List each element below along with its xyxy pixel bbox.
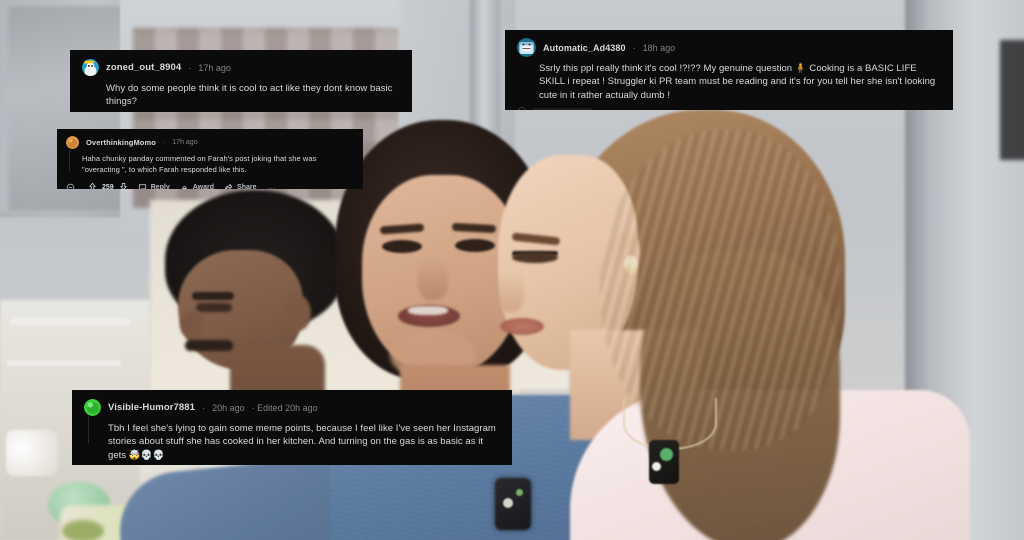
woman-center-eye-right: [455, 239, 495, 252]
collapse-icon[interactable]: [517, 106, 527, 110]
thread-line: [88, 416, 89, 443]
vote-score: 259: [102, 183, 114, 189]
separator-dot: ·: [632, 42, 636, 53]
comment-timestamp: 17h ago: [172, 139, 198, 146]
paper-roll: [6, 430, 58, 476]
microphone-led: [516, 489, 523, 496]
comment-body: Haha chunky panday commented on Farah's …: [82, 154, 317, 174]
avatar[interactable]: [84, 399, 101, 416]
pendant-white-dot: [652, 462, 661, 471]
clip-on-microphone: [495, 478, 531, 530]
comment-timestamp: 20h ago: [212, 402, 245, 413]
comment-actions: 259 Reply Award Share …: [66, 182, 354, 189]
man-ear: [285, 295, 311, 331]
next-comment-partial: [517, 106, 593, 110]
vote-group: 259: [88, 182, 128, 189]
separator-dot: ·: [202, 402, 206, 413]
comment-body: Ssrly this ppl really think it's cool !?…: [539, 63, 936, 101]
woman-right-eye: [512, 252, 558, 263]
comment-card-visible-humor7881[interactable]: Visible-Humor7881 · 20h ago · Edited 20h…: [72, 390, 512, 465]
comment-username[interactable]: Visible-Humor7881: [108, 402, 195, 413]
woman-center-eye-left: [382, 240, 422, 253]
avatar[interactable]: [66, 136, 79, 149]
share-label: Share: [237, 183, 257, 189]
comment-header: OverthinkingMomo · 17h ago: [66, 136, 354, 149]
reply-button[interactable]: Reply: [138, 183, 170, 189]
woman-right-mouth: [500, 318, 544, 335]
more-options-button[interactable]: …: [267, 183, 277, 189]
comment-header: Visible-Humor7881 · 20h ago · Edited 20h…: [84, 399, 500, 416]
rack-bar-mid: [6, 360, 121, 366]
separator-dot: ·: [188, 62, 192, 73]
comment-header: Automatic_Ad4380 · 18h ago: [517, 38, 941, 57]
thread-line: [69, 150, 70, 171]
partial-text-placeholder: [533, 107, 593, 110]
green-vegetable: [62, 520, 104, 540]
comment-username[interactable]: Automatic_Ad4380: [543, 43, 626, 53]
rack-bar-top: [10, 318, 130, 325]
microphone-button: [503, 498, 513, 508]
avatar[interactable]: [82, 59, 99, 76]
award-label: Award: [192, 183, 215, 189]
comment-card-automatic-ad4380[interactable]: Automatic_Ad4380 · 18h ago Ssrly this pp…: [505, 30, 953, 110]
comment-body: Why do some people think it is cool to a…: [106, 83, 393, 108]
screenshot-stage: zoned_out_8904 · 17h ago Why do some peo…: [0, 0, 1024, 540]
right-dark-recess: [1000, 40, 1024, 160]
comment-header: zoned_out_8904 · 17h ago: [82, 59, 400, 76]
comment-timestamp: 18h ago: [642, 42, 676, 53]
comment-edited-label: · Edited 20h ago: [251, 402, 318, 413]
reply-label: Reply: [150, 183, 170, 189]
upvote-button[interactable]: [88, 182, 97, 189]
comment-username[interactable]: zoned_out_8904: [106, 62, 181, 73]
separator-dot: ·: [162, 139, 166, 146]
award-button[interactable]: Award: [180, 183, 214, 189]
collapse-thread-button[interactable]: [66, 183, 75, 189]
woman-right-nose: [498, 272, 524, 312]
comment-username[interactable]: OverthinkingMomo: [86, 138, 156, 147]
woman-center-nose: [418, 258, 448, 300]
comment-timestamp: 17h ago: [198, 62, 231, 73]
man-moustache: [185, 340, 233, 351]
man-eyebrow: [192, 292, 234, 300]
avatar[interactable]: [517, 38, 536, 57]
man-eye: [196, 303, 232, 312]
man-nose: [180, 312, 202, 338]
pendant-green-dot: [660, 448, 673, 461]
downvote-button[interactable]: [119, 182, 128, 189]
woman-center-teeth: [408, 306, 448, 315]
share-button[interactable]: Share: [224, 183, 257, 189]
comment-card-zoned-out-8904[interactable]: zoned_out_8904 · 17h ago Why do some peo…: [70, 50, 412, 112]
comment-body: Tbh I feel she's lying to gain some meme…: [108, 423, 496, 461]
comment-card-overthinkingmomo[interactable]: OverthinkingMomo · 17h ago Haha chunky p…: [57, 129, 363, 189]
